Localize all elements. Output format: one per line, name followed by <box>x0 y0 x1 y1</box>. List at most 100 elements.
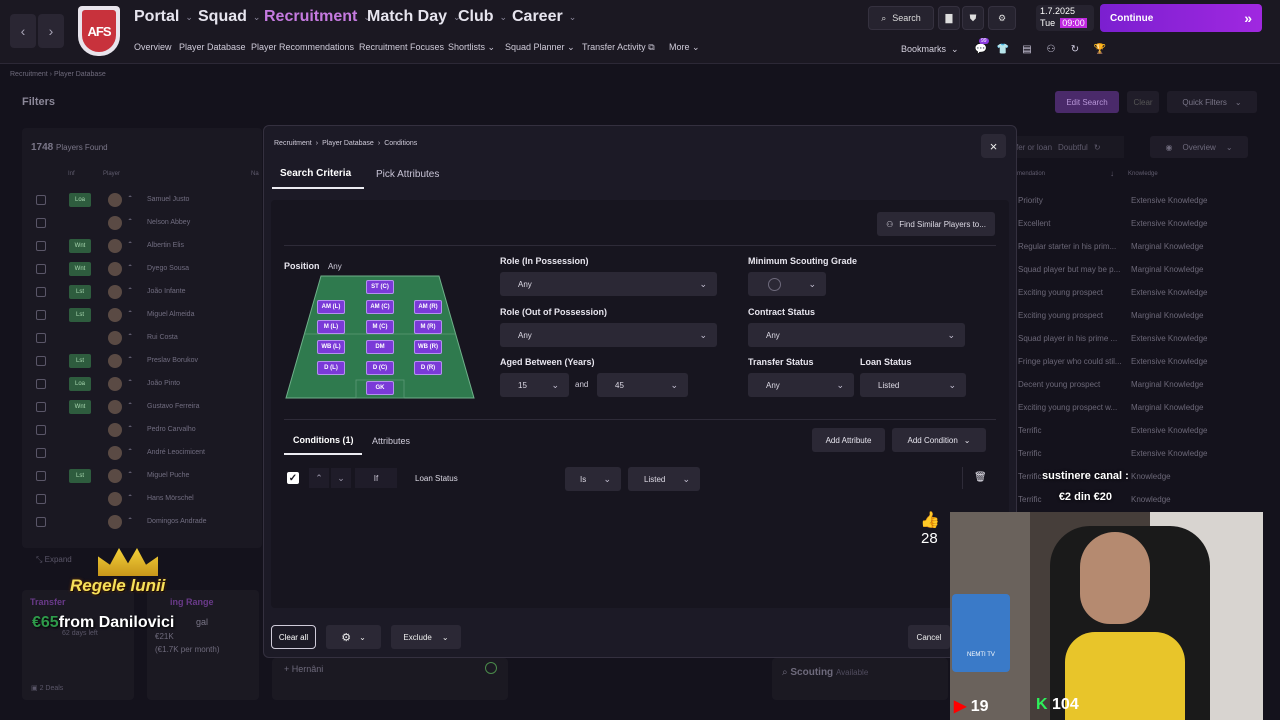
row-checkbox[interactable] <box>36 379 46 389</box>
player-name[interactable]: Rui Costa <box>147 334 178 341</box>
position-wb-l[interactable]: WB (L) <box>317 340 345 354</box>
position-d-r[interactable]: D (R) <box>414 361 442 375</box>
row-checkbox[interactable] <box>36 195 46 205</box>
position-am-r[interactable]: AM (R) <box>414 300 442 314</box>
player-name[interactable]: Domingos Andrade <box>147 518 207 525</box>
row-checkbox[interactable] <box>36 517 46 527</box>
expand-button[interactable]: ⤡ Expand <box>36 555 72 565</box>
shirt-icon[interactable]: 👕 <box>996 42 1010 56</box>
row-checkbox[interactable] <box>36 264 46 274</box>
move-down-button[interactable]: ⌄ <box>331 468 351 488</box>
subnav-recruitment-focuses[interactable]: Recruitment Focuses <box>359 42 444 52</box>
role-in-dropdown[interactable]: Any ⌄ <box>500 272 717 296</box>
player-name[interactable]: André Leocimicent <box>147 449 205 456</box>
player-name[interactable]: Hans Mörschel <box>147 495 194 502</box>
scout-grade-dropdown[interactable]: ⌄ <box>748 272 826 296</box>
position-wb-r[interactable]: WB (R) <box>414 340 442 354</box>
position-am-c[interactable]: AM (C) <box>366 300 394 314</box>
condition-operator-dropdown[interactable]: Is ⌄ <box>565 467 621 491</box>
age-max-dropdown[interactable]: 45 ⌄ <box>597 373 688 397</box>
player-name[interactable]: Albertin Elis <box>147 242 184 249</box>
subnav-transfer-activity[interactable]: Transfer Activity ⧉ <box>582 42 655 53</box>
tab-cond-attributes[interactable]: Attributes <box>372 436 410 446</box>
subnav-more[interactable]: More ⌄ <box>669 42 700 53</box>
subnav-player-database[interactable]: Player Database <box>179 42 246 52</box>
row-checkbox[interactable] <box>36 241 46 251</box>
find-similar-button[interactable]: ⚇ Find Similar Players to... <box>877 212 995 236</box>
subnav-player-recommendations[interactable]: Player Recommendations <box>251 42 354 52</box>
row-checkbox[interactable] <box>36 356 46 366</box>
row-checkbox[interactable] <box>36 402 46 412</box>
nav-squad[interactable]: Squad ⌄ <box>198 8 260 26</box>
exclude-dropdown[interactable]: Exclude ⌄ <box>391 625 461 649</box>
transfer-loan-filter[interactable]: fer or loan Doubtful ↻ <box>1016 136 1124 158</box>
row-checkbox[interactable] <box>36 287 46 297</box>
col-player[interactable]: Player <box>103 171 120 177</box>
position-am-l[interactable]: AM (L) <box>317 300 345 314</box>
subnav-squad-planner[interactable]: Squad Planner ⌄ <box>505 42 575 53</box>
role-out-dropdown[interactable]: Any ⌄ <box>500 323 717 347</box>
condition-if[interactable]: If <box>355 468 397 488</box>
breadcrumb-recruitment[interactable]: Recruitment <box>274 140 312 147</box>
row-checkbox[interactable] <box>36 333 46 343</box>
row-checkbox[interactable] <box>36 494 46 504</box>
nav-portal[interactable]: Portal ⌄ <box>134 8 193 26</box>
loan-status-dropdown[interactable]: Listed ⌄ <box>860 373 966 397</box>
trophy-icon[interactable]: 🏆 <box>1093 42 1107 56</box>
refresh-icon[interactable]: ↻ <box>1068 42 1082 56</box>
transfer-status-dropdown[interactable]: Any ⌄ <box>748 373 854 397</box>
search-button[interactable]: ⌕ Search <box>868 6 934 30</box>
subnav-overview[interactable]: Overview <box>134 42 172 52</box>
player-name[interactable]: Gustavo Ferreira <box>147 403 200 410</box>
position-d-l[interactable]: D (L) <box>317 361 345 375</box>
contract-dropdown[interactable]: Any ⌄ <box>748 323 965 347</box>
overview-view-button[interactable]: ◉ Overview ⌄ <box>1150 136 1248 158</box>
tab-pick-attributes[interactable]: Pick Attributes <box>376 169 439 180</box>
clipboard-icon[interactable]: ▤ <box>1020 42 1034 56</box>
bookmarks-dropdown[interactable]: Bookmarks ⌄ <box>901 44 959 55</box>
player-name[interactable]: João Infante <box>147 288 186 295</box>
close-button[interactable]: × <box>981 134 1006 158</box>
player-name[interactable]: Miguel Puche <box>147 472 189 479</box>
row-checkbox[interactable] <box>36 471 46 481</box>
nav-recruitment[interactable]: Recruitment ⌄ <box>264 8 371 26</box>
col-recommendation[interactable]: mendation <box>1017 171 1045 177</box>
player-name[interactable]: Pedro Carvalho <box>147 426 196 433</box>
row-checkbox[interactable] <box>36 448 46 458</box>
age-min-dropdown[interactable]: 15 ⌄ <box>500 373 569 397</box>
settings-button[interactable]: ⚙ <box>988 6 1016 30</box>
add-attribute-button[interactable]: Add Attribute <box>812 428 885 452</box>
player-name[interactable]: Miguel Almeida <box>147 311 194 318</box>
position-m-r[interactable]: M (R) <box>414 320 442 334</box>
subnav-shortlists[interactable]: Shortlists ⌄ <box>448 42 495 53</box>
scouting-card[interactable] <box>772 658 948 700</box>
quick-filters-button[interactable]: Quick Filters ⌄ <box>1167 91 1257 113</box>
club-crest-button[interactable]: ⛊ <box>962 6 984 30</box>
position-d-c[interactable]: D (C) <box>366 361 394 375</box>
clear-all-button[interactable]: Clear all <box>271 625 316 649</box>
nav-match-day[interactable]: Match Day ⌄ <box>367 8 461 26</box>
player-name[interactable]: Preslav Borukov <box>147 357 198 364</box>
condition-field[interactable]: Loan Status <box>415 474 458 483</box>
forward-button[interactable]: › <box>38 14 64 48</box>
col-knowledge[interactable]: Knowledge <box>1128 171 1158 177</box>
position-dm[interactable]: DM <box>366 340 394 354</box>
add-condition-button[interactable]: Add Condition ⌄ <box>892 428 986 452</box>
move-up-button[interactable]: ⌃ <box>309 468 329 488</box>
back-button[interactable]: ‹ <box>10 14 36 48</box>
col-na[interactable]: Na <box>251 171 259 177</box>
people-icon[interactable]: ⚇ <box>1044 42 1058 56</box>
player-name[interactable]: Nelson Abbey <box>147 219 190 226</box>
options-button[interactable]: ⚙ ⌄ <box>326 625 381 649</box>
position-gk[interactable]: GK <box>366 381 394 395</box>
row-checkbox[interactable] <box>36 425 46 435</box>
nav-career[interactable]: Career ⌄ <box>512 8 576 26</box>
player-name[interactable]: Samuel Justo <box>147 196 189 203</box>
inbox-button[interactable]: ▇ <box>938 6 960 30</box>
breadcrumb-player-database[interactable]: Player Database <box>322 140 374 147</box>
sort-down-icon[interactable]: ↓ <box>1110 169 1114 178</box>
row-checkbox[interactable] <box>36 218 46 228</box>
delete-condition-icon[interactable]: 🗑 <box>974 472 987 483</box>
condition-value-dropdown[interactable]: Listed ⌄ <box>628 467 700 491</box>
position-st-c[interactable]: ST (C) <box>366 280 394 294</box>
